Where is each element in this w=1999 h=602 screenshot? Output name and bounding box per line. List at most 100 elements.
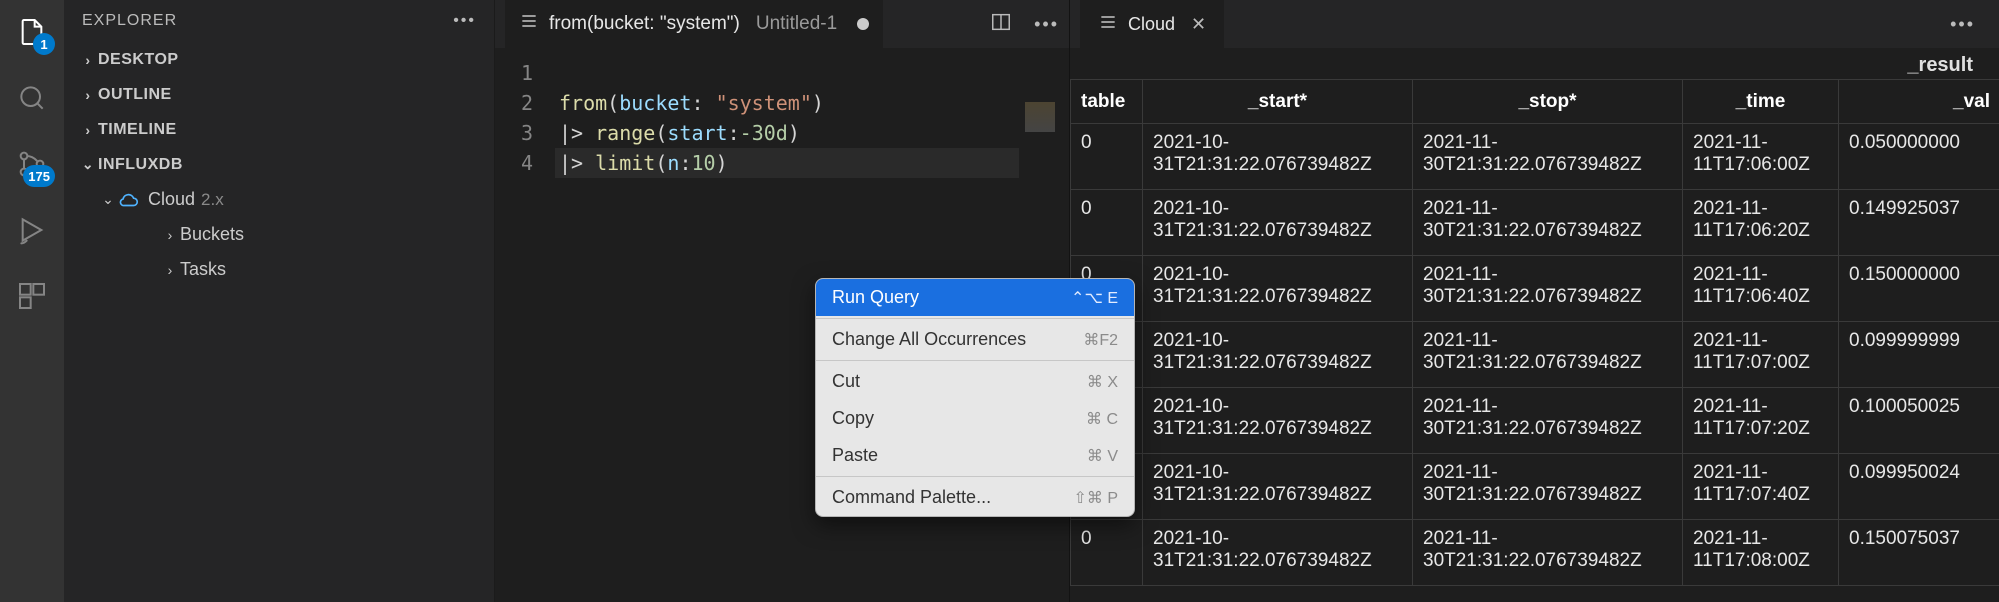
context-menu: Run Query ⌃⌥ E Change All Occurrences ⌘F… [815,278,1135,517]
col-val[interactable]: _val [1839,80,1999,124]
cell-time: 2021-11-11T17:07:00Z [1683,322,1839,388]
cell-stop: 2021-11-30T21:31:22.076739482Z [1413,190,1683,256]
activity-search[interactable] [12,78,52,118]
cell-table: 0 [1071,520,1143,586]
activity-run[interactable] [12,210,52,250]
section-outline[interactable]: ›OUTLINE [64,77,494,112]
cm-separator [816,476,1134,477]
cm-separator [816,318,1134,319]
flux-icon [1098,12,1118,37]
cell-time: 2021-11-11T17:06:20Z [1683,190,1839,256]
sidebar-header: EXPLORER ••• [64,0,494,42]
col-time[interactable]: _time [1683,80,1839,124]
section-influxdb[interactable]: ⌄INFLUXDB [64,147,494,182]
cell-stop: 2021-11-30T21:31:22.076739482Z [1413,256,1683,322]
sidebar-more-icon[interactable]: ••• [453,12,476,30]
table-header-row: table _start* _stop* _time _val [1071,80,1999,124]
cell-val: 0.150075037 [1839,520,1999,586]
col-table[interactable]: table [1071,80,1143,124]
chevron-right-icon: › [160,227,180,243]
panel-more-icon[interactable]: ••• [1950,14,1989,35]
cell-val: 0.099999999 [1839,322,1999,388]
chevron-right-icon: › [78,52,98,68]
explorer-badge: 1 [33,33,55,55]
table-row[interactable]: 02021-10-31T21:31:22.076739482Z2021-11-3… [1071,256,1999,322]
cell-val: 0.050000000 [1839,124,1999,190]
table-row[interactable]: 02021-10-31T21:31:22.076739482Z2021-11-3… [1071,454,1999,520]
activity-scm[interactable]: 175 [12,144,52,184]
cell-val: 0.150000000 [1839,256,1999,322]
panel-tabs: Cloud ✕ ••• [1070,0,1999,48]
col-stop[interactable]: _stop* [1413,80,1683,124]
cell-stop: 2021-11-30T21:31:22.076739482Z [1413,454,1683,520]
cell-stop: 2021-11-30T21:31:22.076739482Z [1413,124,1683,190]
close-icon[interactable]: ✕ [1191,14,1206,35]
col-start[interactable]: _start* [1143,80,1413,124]
editor-tab-title: from(bucket: "system") [549,13,740,35]
cell-time: 2021-11-11T17:07:40Z [1683,454,1839,520]
cell-val: 0.100050025 [1839,388,1999,454]
cm-paste[interactable]: Paste ⌘ V [816,437,1134,474]
table-row[interactable]: 02021-10-31T21:31:22.076739482Z2021-11-3… [1071,124,1999,190]
cell-start: 2021-10-31T21:31:22.076739482Z [1143,124,1413,190]
cm-change-all[interactable]: Change All Occurrences ⌘F2 [816,321,1134,358]
cell-start: 2021-10-31T21:31:22.076739482Z [1143,190,1413,256]
chevron-right-icon: › [160,262,180,278]
cm-run-query[interactable]: Run Query ⌃⌥ E [816,279,1134,316]
tree-tasks[interactable]: ›Tasks [64,252,494,287]
cell-time: 2021-11-11T17:06:00Z [1683,124,1839,190]
sidebar: EXPLORER ••• ›DESKTOP ›OUTLINE ›TIMELINE… [64,0,494,602]
result-title: _result [1070,48,1999,79]
cell-start: 2021-10-31T21:31:22.076739482Z [1143,322,1413,388]
flux-icon [519,11,539,37]
tree-cloud[interactable]: ⌄ Cloud 2.x [64,182,494,217]
chevron-right-icon: › [78,87,98,103]
chevron-down-icon: ⌄ [98,191,118,208]
editor-tab-subtitle: Untitled-1 [756,13,837,35]
activity-explorer[interactable]: 1 [12,12,52,52]
cell-start: 2021-10-31T21:31:22.076739482Z [1143,388,1413,454]
cell-time: 2021-11-11T17:07:20Z [1683,388,1839,454]
activity-extensions[interactable] [12,276,52,316]
split-editor-icon[interactable] [990,11,1012,38]
cloud-icon [118,189,140,211]
table-row[interactable]: 02021-10-31T21:31:22.076739482Z2021-11-3… [1071,190,1999,256]
tree-buckets[interactable]: ›Buckets [64,217,494,252]
scm-badge: 175 [23,165,55,187]
line-gutter: 1 2 3 4 [495,48,549,602]
table-row[interactable]: 02021-10-31T21:31:22.076739482Z2021-11-3… [1071,388,1999,454]
cell-stop: 2021-11-30T21:31:22.076739482Z [1413,388,1683,454]
panel-tab-label: Cloud [1128,14,1175,35]
editor-more-icon[interactable]: ••• [1034,14,1059,35]
cell-val: 0.149925037 [1839,190,1999,256]
editor-tab[interactable]: from(bucket: "system") Untitled-1 [505,0,884,48]
explorer-tree: ›DESKTOP ›OUTLINE ›TIMELINE ⌄INFLUXDB ⌄ … [64,42,494,287]
dirty-indicator-icon [857,18,869,30]
activity-bar: 1 175 [0,0,64,602]
section-desktop[interactable]: ›DESKTOP [64,42,494,77]
cm-separator [816,360,1134,361]
cell-start: 2021-10-31T21:31:22.076739482Z [1143,256,1413,322]
panel-tab-cloud[interactable]: Cloud ✕ [1080,0,1224,48]
chevron-down-icon: ⌄ [78,156,98,173]
cm-cut[interactable]: Cut ⌘ X [816,363,1134,400]
section-timeline[interactable]: ›TIMELINE [64,112,494,147]
cell-table: 0 [1071,124,1143,190]
editor-tab-actions: ••• [990,11,1059,38]
sidebar-title: EXPLORER [82,12,177,30]
editor-tabs: from(bucket: "system") Untitled-1 ••• [495,0,1069,48]
code-content: from(bucket: "system") |> range(start:-3… [549,48,824,602]
cell-time: 2021-11-11T17:06:40Z [1683,256,1839,322]
cell-table: 0 [1071,190,1143,256]
tree-cloud-label: Cloud [148,189,195,210]
cm-command-palette[interactable]: Command Palette... ⇧⌘ P [816,479,1134,516]
cell-stop: 2021-11-30T21:31:22.076739482Z [1413,520,1683,586]
tree-cloud-version: 2.x [201,190,224,210]
cell-val: 0.099950024 [1839,454,1999,520]
table-row[interactable]: 02021-10-31T21:31:22.076739482Z2021-11-3… [1071,322,1999,388]
chevron-right-icon: › [78,122,98,138]
cm-copy[interactable]: Copy ⌘ C [816,400,1134,437]
cell-start: 2021-10-31T21:31:22.076739482Z [1143,520,1413,586]
table-row[interactable]: 02021-10-31T21:31:22.076739482Z2021-11-3… [1071,520,1999,586]
result-table: table _start* _stop* _time _val 02021-10… [1070,79,1999,586]
